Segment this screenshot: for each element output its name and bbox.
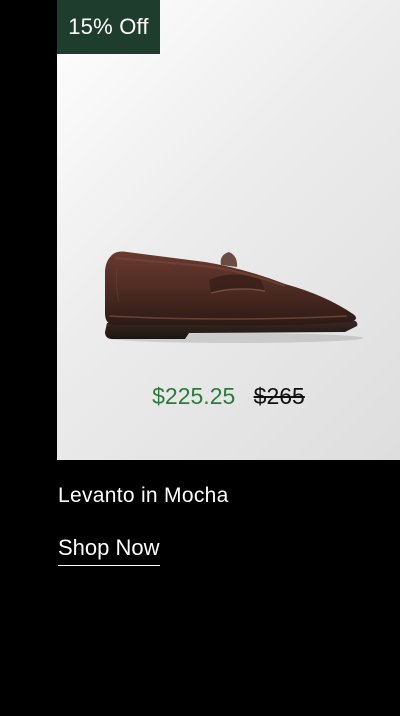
- product-image-area[interactable]: 15% Off $225.25 $265: [57, 0, 400, 460]
- product-name: Levanto in Mocha: [58, 484, 229, 507]
- original-price: $265: [253, 383, 305, 409]
- product-card[interactable]: 15% Off $225.25 $265 Levanto in Mocha Sh…: [57, 0, 400, 716]
- shop-now-link[interactable]: Shop Now: [58, 532, 160, 566]
- price-row: $225.25 $265: [57, 380, 400, 412]
- loafer-shoe-image: [105, 251, 363, 343]
- sale-price: $225.25: [152, 383, 236, 409]
- discount-badge: 15% Off: [57, 0, 160, 54]
